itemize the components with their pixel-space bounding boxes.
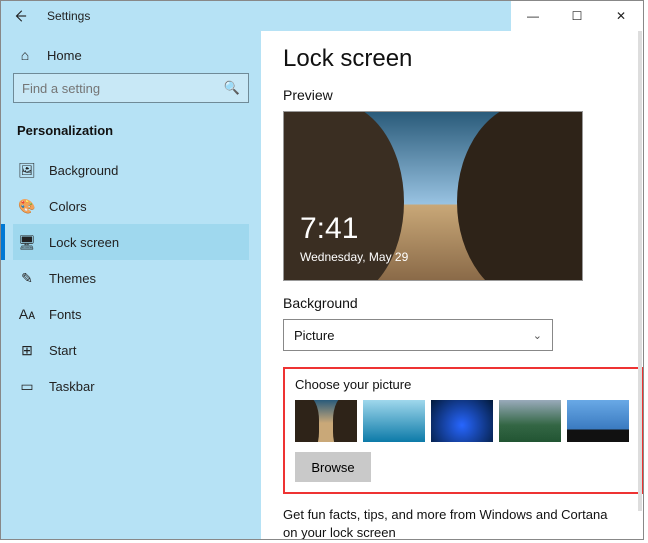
choose-picture-label: Choose your picture — [295, 377, 631, 392]
sidebar-item-themes[interactable]: ✎ Themes — [13, 260, 249, 296]
background-label: Background — [283, 295, 621, 311]
scrollbar[interactable] — [638, 31, 642, 511]
settings-window: Settings — ☐ ✕ ⌂ Home 🔍 Personalization … — [0, 0, 644, 540]
minimize-button[interactable]: — — [511, 1, 555, 31]
sidebar-item-colors[interactable]: 🎨 Colors — [13, 188, 249, 224]
sidebar-item-label: Lock screen — [49, 235, 119, 250]
preview-date: Wednesday, May 29 — [300, 250, 408, 264]
lockscreen-preview: 7:41 Wednesday, May 29 — [283, 111, 583, 281]
lock-screen-icon: 🖥 — [19, 234, 35, 250]
page-title: Lock screen — [283, 45, 621, 73]
background-icon: 🖼 — [19, 162, 35, 178]
browse-button[interactable]: Browse — [295, 452, 371, 482]
home-icon: ⌂ — [17, 47, 33, 63]
colors-icon: 🎨 — [19, 198, 35, 214]
home-button[interactable]: ⌂ Home — [13, 41, 249, 73]
picture-option-3[interactable] — [431, 400, 493, 442]
sidebar: ⌂ Home 🔍 Personalization 🖼 Background 🎨 Col… — [1, 31, 261, 539]
sidebar-item-start[interactable]: ⊞ Start — [13, 332, 249, 368]
search-box[interactable]: 🔍 — [13, 73, 249, 103]
sidebar-item-label: Colors — [49, 199, 87, 214]
taskbar-icon: ▭ — [19, 378, 35, 394]
sidebar-item-label: Taskbar — [49, 379, 95, 394]
choose-picture-section: Choose your picture Browse — [283, 367, 643, 494]
search-input[interactable] — [22, 81, 224, 96]
background-dropdown[interactable]: Picture ⌄ — [283, 319, 553, 351]
sidebar-item-label: Start — [49, 343, 76, 358]
picture-option-2[interactable] — [363, 400, 425, 442]
nav-list: 🖼 Background 🎨 Colors 🖥 Lock screen ✎ Themes Aᴀ F… — [13, 152, 249, 404]
footer-text: Get fun facts, tips, and more from Windo… — [283, 506, 621, 539]
sidebar-item-lock-screen[interactable]: 🖥 Lock screen — [13, 224, 249, 260]
chevron-down-icon: ⌄ — [533, 329, 542, 342]
app-title: Settings — [47, 9, 90, 23]
themes-icon: ✎ — [19, 270, 35, 286]
picture-thumbnails — [295, 400, 631, 442]
home-label: Home — [47, 48, 82, 63]
sidebar-item-fonts[interactable]: Aᴀ Fonts — [13, 296, 249, 332]
sidebar-item-taskbar[interactable]: ▭ Taskbar — [13, 368, 249, 404]
close-button[interactable]: ✕ — [599, 1, 643, 31]
picture-option-1[interactable] — [295, 400, 357, 442]
search-icon: 🔍 — [224, 80, 240, 96]
fonts-icon: Aᴀ — [19, 306, 35, 322]
titlebar: Settings — ☐ ✕ — [1, 1, 643, 31]
background-value: Picture — [294, 328, 334, 343]
sidebar-item-background[interactable]: 🖼 Background — [13, 152, 249, 188]
back-button[interactable] — [11, 7, 29, 25]
preview-time: 7:41 — [300, 212, 358, 246]
sidebar-item-label: Fonts — [49, 307, 82, 322]
section-header: Personalization — [13, 119, 249, 152]
sidebar-item-label: Themes — [49, 271, 96, 286]
main-panel: Lock screen Preview 7:41 Wednesday, May … — [261, 31, 643, 539]
picture-option-5[interactable] — [567, 400, 629, 442]
preview-label: Preview — [283, 87, 621, 103]
sidebar-item-label: Background — [49, 163, 118, 178]
picture-option-4[interactable] — [499, 400, 561, 442]
start-icon: ⊞ — [19, 342, 35, 358]
maximize-button[interactable]: ☐ — [555, 1, 599, 31]
